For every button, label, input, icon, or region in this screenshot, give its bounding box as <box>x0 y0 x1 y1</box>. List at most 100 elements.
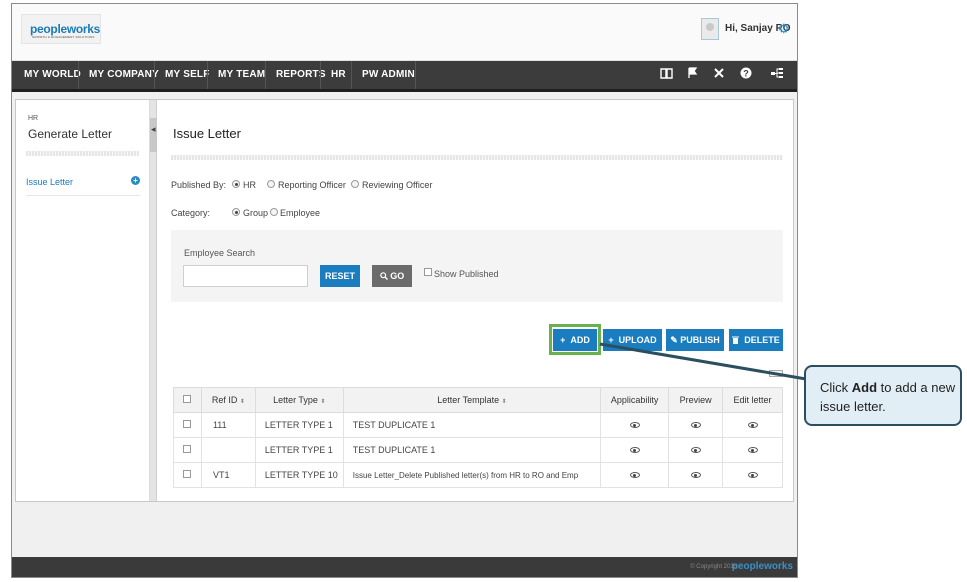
reset-button[interactable]: RESET <box>320 265 360 287</box>
column-label: Ref ID <box>211 395 238 405</box>
column-label: Letter Template <box>437 395 500 405</box>
select-all-checkbox[interactable] <box>183 395 192 403</box>
user-avatar[interactable] <box>701 18 719 40</box>
column-header-letter-template[interactable]: Letter Template ⬍ <box>342 387 602 413</box>
employee-search-input[interactable] <box>183 265 308 287</box>
gear-icon[interactable]: ⚙ <box>778 21 790 37</box>
row-select-cell[interactable] <box>173 412 202 438</box>
nav-my-world[interactable]: MY WORLD <box>24 61 81 89</box>
row-checkbox[interactable] <box>183 445 192 453</box>
letter-template-cell: TEST DUPLICATE 1 <box>342 412 602 438</box>
sort-icon: ⬍ <box>501 399 507 405</box>
publish-label: PUBLISH <box>680 335 720 345</box>
nav-my-company[interactable]: MY COMPANY <box>89 61 159 89</box>
add-button-highlight <box>549 324 601 355</box>
nav-hr[interactable]: HR <box>331 61 346 89</box>
eye-icon[interactable] <box>747 447 758 453</box>
app-footer: © Copyright 2015 peopleworks <box>12 557 797 577</box>
sidebar-section-label: HR <box>28 115 39 122</box>
nav-pw-admin[interactable]: PW ADMIN <box>362 61 415 89</box>
tools-icon[interactable] <box>711 61 727 89</box>
eye-icon[interactable] <box>690 422 701 428</box>
radio-published-reviewing-officer[interactable] <box>351 180 359 188</box>
nav-reports[interactable]: REPORTS <box>276 61 326 89</box>
radio-label-group: Group <box>243 208 269 218</box>
table-row[interactable]: LETTER TYPE 1 TEST DUPLICATE 1 <box>173 437 783 463</box>
flag-icon[interactable] <box>684 61 700 89</box>
edit-letter-cell[interactable] <box>722 437 783 463</box>
table-options-button[interactable] <box>769 370 783 377</box>
sidebar-divider <box>26 151 139 156</box>
radio-published-reporting-officer[interactable] <box>267 180 275 188</box>
row-select-cell[interactable] <box>173 437 202 463</box>
content-panel: HR Generate Letter Issue Letter + ◂ Issu… <box>15 99 794 502</box>
table-header-row: Ref ID ⬍ Letter Type ⬍ Letter Template ⬍… <box>173 387 783 413</box>
eye-icon[interactable] <box>690 472 701 478</box>
eye-icon[interactable] <box>747 472 758 478</box>
employee-search-label: Employee Search <box>184 248 256 258</box>
title-divider <box>171 155 783 160</box>
column-header-ref-id[interactable]: Ref ID ⬍ <box>200 387 256 413</box>
upload-button[interactable]: + UPLOAD <box>603 329 662 351</box>
letter-type-cell: LETTER TYPE 1 <box>254 412 344 438</box>
edit-letter-cell[interactable] <box>722 412 783 438</box>
svg-text:?: ? <box>743 69 749 79</box>
plus-icon: + <box>608 335 614 345</box>
radio-published-hr[interactable] <box>232 180 240 188</box>
delete-label: DELETE <box>744 335 780 345</box>
letter-type-cell: LETTER TYPE 1 <box>254 437 344 463</box>
sidebar-collapse-bar[interactable] <box>150 100 157 501</box>
column-header-letter-type[interactable]: Letter Type ⬍ <box>254 387 344 413</box>
eye-icon[interactable] <box>629 447 640 453</box>
sort-icon: ⬍ <box>320 399 326 405</box>
ref-id-cell: VT1 <box>200 462 256 488</box>
book-icon[interactable] <box>658 61 674 89</box>
table-row[interactable]: 111 LETTER TYPE 1 TEST DUPLICATE 1 <box>173 412 783 438</box>
publish-button[interactable]: ✎ PUBLISH <box>666 329 724 351</box>
row-checkbox[interactable] <box>183 470 192 478</box>
applicability-cell[interactable] <box>600 437 670 463</box>
help-icon[interactable]: ? <box>738 61 754 89</box>
ref-id-cell: 111 <box>200 412 256 438</box>
app-header: peopleworks GROWTH & ENGAGEMENT SOLUTION… <box>12 4 797 61</box>
ref-id-cell <box>200 437 256 463</box>
brand-logo[interactable]: peopleworks GROWTH & ENGAGEMENT SOLUTION… <box>21 14 101 44</box>
sidebar-item-divider <box>26 195 140 196</box>
main-nav: MY WORLD MY COMPANY MY SELF MY TEAM REPO… <box>12 61 797 92</box>
table-row[interactable]: VT1 LETTER TYPE 10 Issue Letter_Delete P… <box>173 462 783 488</box>
eye-icon[interactable] <box>629 472 640 478</box>
radio-category-group[interactable] <box>232 208 240 216</box>
sitemap-icon[interactable] <box>769 61 785 89</box>
chevron-left-icon[interactable]: ◂ <box>151 124 156 135</box>
edit-letter-cell[interactable] <box>722 462 783 488</box>
radio-label-reviewing-officer: Reviewing Officer <box>362 180 433 190</box>
nav-separator <box>351 61 352 89</box>
footer-copyright: © Copyright 2015 <box>690 564 737 570</box>
nav-separator <box>154 61 155 89</box>
nav-my-team[interactable]: MY TEAM <box>218 61 265 89</box>
nav-my-self[interactable]: MY SELF <box>165 61 210 89</box>
pencil-icon: ✎ <box>670 335 678 345</box>
callout-text-pre: Click <box>820 380 852 395</box>
eye-icon[interactable] <box>690 447 701 453</box>
select-all-header[interactable] <box>173 387 202 413</box>
radio-category-employee[interactable] <box>270 208 278 216</box>
preview-cell[interactable] <box>668 412 724 438</box>
sidebar: HR Generate Letter Issue Letter + <box>16 100 150 501</box>
delete-button[interactable]: DELETE <box>729 329 783 351</box>
logo-text: peopleworks <box>30 22 101 36</box>
preview-cell[interactable] <box>668 437 724 463</box>
row-select-cell[interactable] <box>173 462 202 488</box>
applicability-cell[interactable] <box>600 412 670 438</box>
sidebar-item-issue-letter[interactable]: Issue Letter <box>26 177 73 187</box>
go-label: GO <box>390 271 405 281</box>
show-published-checkbox[interactable] <box>424 268 432 276</box>
preview-cell[interactable] <box>668 462 724 488</box>
go-button[interactable]: GO <box>372 265 412 287</box>
letter-template-cell: TEST DUPLICATE 1 <box>342 437 602 463</box>
row-checkbox[interactable] <box>183 420 192 428</box>
eye-icon[interactable] <box>629 422 640 428</box>
eye-icon[interactable] <box>747 422 758 428</box>
plus-circle-icon[interactable]: + <box>131 176 140 185</box>
applicability-cell[interactable] <box>600 462 670 488</box>
